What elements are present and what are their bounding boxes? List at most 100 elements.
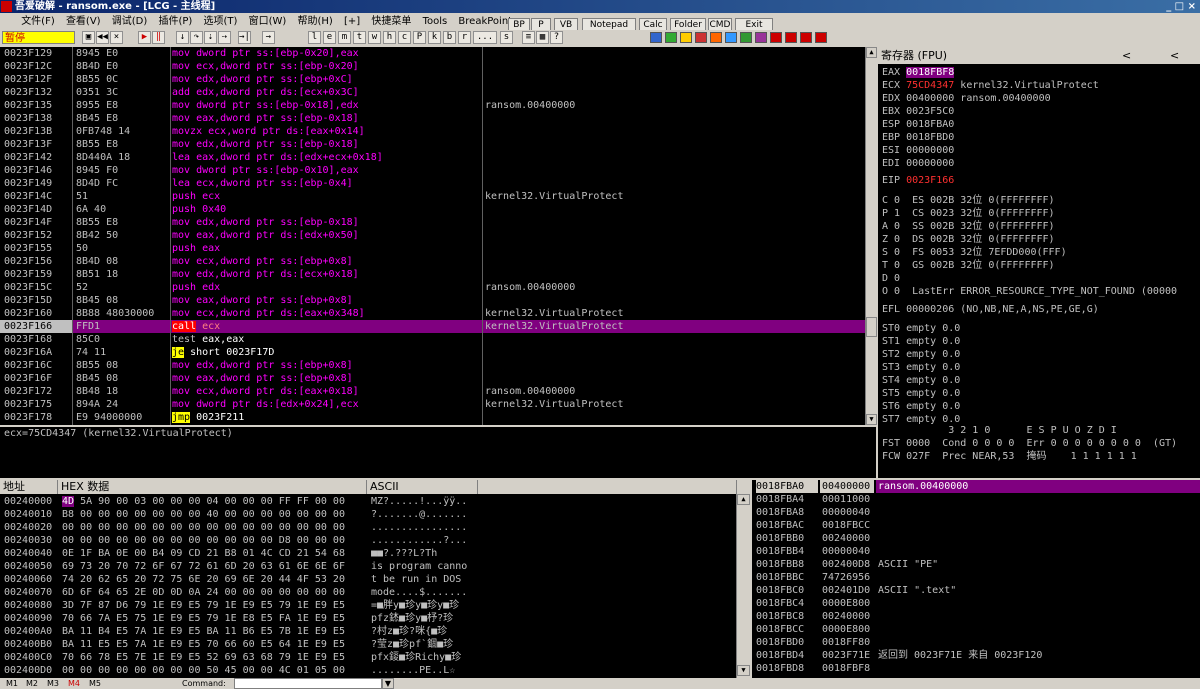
letter-c-button[interactable]: c	[398, 31, 411, 44]
plugin-icon-10[interactable]	[785, 32, 797, 43]
register-ebx[interactable]: EBX 0023F5C0	[882, 105, 960, 118]
stack-row[interactable]: 0018FBC8 00240000	[752, 610, 1200, 623]
mark-m4[interactable]: M4	[68, 678, 80, 689]
disasm-row[interactable]: 0023F16C 8B55 08 mov edx,dword ptr ss:[ebp…	[0, 359, 865, 372]
register-ecx[interactable]: ECX 75CD4347 kernel32.VirtualProtect	[882, 79, 1099, 92]
menu-view[interactable]: 查看(V)	[62, 13, 105, 30]
disasm-row[interactable]: 0023F16A 74 11 je short 0023F17D	[0, 346, 865, 359]
register-eip[interactable]: EIP 0023F166	[882, 174, 954, 187]
disasm-row[interactable]: 0023F149 8D4D FC lea ecx,dword ptr ss:[ebp…	[0, 177, 865, 190]
run-icon[interactable]: ▶	[138, 31, 151, 44]
grid-icon[interactable]: ▦	[536, 31, 549, 44]
efl-line[interactable]: EFL 00000206 (NO,NB,NE,A,NS,PE,GE,G)	[882, 303, 1099, 316]
dump-row[interactable]: 002400C0 70 66 78 E5 7E 1E E9 E5 52 69 63…	[0, 651, 736, 664]
dump-row[interactable]: 00240010 B8 00 00 00 00 00 00 00 40 00 00…	[0, 508, 736, 521]
disasm-row[interactable]: 0023F135 8955 E8 mov dword ptr ss:[ebp-0x1…	[0, 99, 865, 112]
disasm-row[interactable]: 0023F142 8D440A 18 lea eax,dword ptr ds:[e…	[0, 151, 865, 164]
plugin-icon-5[interactable]	[710, 32, 722, 43]
stack-row[interactable]: 0018FBC4 0000E800	[752, 597, 1200, 610]
disassembly-scrollbar[interactable]: ▲ ▼	[865, 47, 877, 425]
flag-line[interactable]: P 1 CS 0023 32位 0(FFFFFFFF)	[882, 207, 1055, 220]
stack-row[interactable]: 0018FBAC 0018FBCC	[752, 519, 1200, 532]
dump-header-ascii[interactable]: ASCII	[367, 480, 478, 494]
open-icon[interactable]: ▣	[82, 31, 95, 44]
dump-row[interactable]: 002400A0 BA 11 B4 E5 7A 1E E9 E5 BA 11 B6…	[0, 625, 736, 638]
maximize-icon[interactable]: □	[1175, 1, 1188, 12]
dump-scrollbar[interactable]: ▲ ▼	[736, 480, 750, 678]
flag-line[interactable]: S 0 FS 0053 32位 7EFDD000(FFF)	[882, 246, 1067, 259]
stack-row[interactable]: 0018FBA8 00000040	[752, 506, 1200, 519]
stack-row[interactable]: 0018FBA4 00011000	[752, 493, 1200, 506]
stack-row[interactable]: 0018FBB0 00240000	[752, 532, 1200, 545]
disasm-row[interactable]: 0023F172 8B48 18 mov ecx,dword ptr ds:[eax…	[0, 385, 865, 398]
dump-row[interactable]: 00240040 0E 1F BA 0E 00 B4 09 CD 21 B8 01…	[0, 547, 736, 560]
help-icon[interactable]: ?	[550, 31, 563, 44]
flag-line[interactable]: O 0 LastErr ERROR_RESOURCE_TYPE_NOT_FOUN…	[882, 285, 1177, 298]
stack-row[interactable]: 0018FBBC 74726956	[752, 571, 1200, 584]
stack-row[interactable]: 0018FBA0 00400000 ransom.00400000	[752, 480, 1200, 493]
plugin-icon-6[interactable]	[725, 32, 737, 43]
disasm-row[interactable]: 0023F155 50 push eax	[0, 242, 865, 255]
menu-help[interactable]: 帮助(H)	[294, 13, 337, 30]
dump-header-address[interactable]: 地址	[0, 480, 58, 494]
register-edx[interactable]: EDX 00400000 ransom.00400000	[882, 92, 1051, 105]
stack-row[interactable]: 0018FBB8 002400D8 ASCII "PE"	[752, 558, 1200, 571]
fpu-register[interactable]: ST0 empty 0.0	[882, 322, 960, 335]
plugin-icon-2[interactable]	[665, 32, 677, 43]
memory-dump-pane[interactable]: 地址 HEX 数据 ASCII 00240000 4D 5A 90 00 03 0…	[0, 480, 750, 678]
disasm-row[interactable]: 0023F12F 8B55 0C mov edx,dword ptr ss:[ebp…	[0, 73, 865, 86]
plugin-icon-9[interactable]	[770, 32, 782, 43]
dump-row[interactable]: 00240070 6D 6F 64 65 2E 0D 0D 0A 24 00 00…	[0, 586, 736, 599]
mark-m1[interactable]: M1	[6, 678, 18, 689]
menu-tools[interactable]: Tools	[419, 13, 452, 30]
menu-shortcut[interactable]: 快捷菜单	[367, 13, 415, 30]
list-icon[interactable]: ≡	[522, 31, 535, 44]
disasm-row[interactable]: 0023F13B 0FB748 14 movzx ecx,word ptr ds:[…	[0, 125, 865, 138]
plugin-icon-1[interactable]	[650, 32, 662, 43]
stack-row[interactable]: 0018FBD0 0018FF80	[752, 636, 1200, 649]
fpu-register[interactable]: ST1 empty 0.0	[882, 335, 960, 348]
execute-till-return-icon[interactable]: →|	[238, 31, 251, 44]
disasm-row[interactable]: 0023F156 8B4D 08 mov ecx,dword ptr ss:[ebp…	[0, 255, 865, 268]
plugin-icon-4[interactable]	[695, 32, 707, 43]
disasm-row[interactable]: 0023F132 0351 3C add edx,dword ptr ds:[ecx…	[0, 86, 865, 99]
scroll-up-icon[interactable]: ▲	[866, 47, 877, 58]
flag-line[interactable]: A 0 SS 002B 32位 0(FFFFFFFF)	[882, 220, 1055, 233]
registers-pane[interactable]: 寄存器 (FPU) < < EAX 0018FBF8 ECX 75CD4347 …	[878, 47, 1200, 478]
trace-over-icon[interactable]: ⇢	[218, 31, 231, 44]
menu-plus[interactable]: [+]	[340, 13, 364, 30]
menu-options[interactable]: 选项(T)	[200, 13, 242, 30]
disasm-row[interactable]: 0023F159 8B51 18 mov edx,dword ptr ds:[ecx…	[0, 268, 865, 281]
letter-h-button[interactable]: h	[383, 31, 396, 44]
step-into-icon[interactable]: ↓	[176, 31, 189, 44]
dump-row[interactable]: 002400D0 00 00 00 00 00 00 00 00 50 45 00…	[0, 664, 736, 677]
menu-plugins[interactable]: 插件(P)	[154, 13, 196, 30]
letter-s-button[interactable]: s	[500, 31, 513, 44]
disasm-row[interactable]: 0023F175 894A 24 mov dword ptr ds:[edx+0x2…	[0, 398, 865, 411]
flag-line[interactable]: D 0	[882, 272, 900, 285]
goto-icon[interactable]: →	[262, 31, 275, 44]
disasm-row[interactable]: 0023F14C 51 push ecx kernel32.VirtualProtec…	[0, 190, 865, 203]
scroll-down-icon[interactable]: ▼	[866, 414, 877, 425]
fpu-register[interactable]: ST4 empty 0.0	[882, 374, 960, 387]
fpu-register[interactable]: ST5 empty 0.0	[882, 387, 960, 400]
close-icon[interactable]: ×	[1188, 1, 1196, 12]
dump-row[interactable]: 00240020 00 00 00 00 00 00 00 00 00 00 00…	[0, 521, 736, 534]
flag-line[interactable]: Z 0 DS 002B 32位 0(FFFFFFFF)	[882, 233, 1055, 246]
rewind-icon[interactable]: ◀◀	[96, 31, 109, 44]
register-esp[interactable]: ESP 0018FBA0	[882, 118, 960, 131]
disasm-row[interactable]: 0023F146 8945 F0 mov dword ptr ss:[ebp-0x1…	[0, 164, 865, 177]
letter-p-button[interactable]: P	[413, 31, 426, 44]
fpu-register[interactable]: ST3 empty 0.0	[882, 361, 960, 374]
disassembly-pane[interactable]: 0023F129 8945 E0 mov dword ptr ss:[ebp-0x2…	[0, 47, 876, 425]
letter-w-button[interactable]: w	[368, 31, 381, 44]
letter-m-button[interactable]: m	[338, 31, 351, 44]
mark-m5[interactable]: M5	[89, 678, 101, 689]
disasm-row[interactable]: 0023F12C 8B4D E0 mov ecx,dword ptr ss:[ebp…	[0, 60, 865, 73]
letter-t-button[interactable]: t	[353, 31, 366, 44]
fpu-register[interactable]: ST2 empty 0.0	[882, 348, 960, 361]
disasm-row[interactable]: 0023F166 FFD1 call ecx kernel32.VirtualProt…	[0, 320, 865, 333]
close-process-icon[interactable]: ×	[110, 31, 123, 44]
scroll-up-icon[interactable]: ▲	[737, 494, 750, 505]
dump-row[interactable]: 00240050 69 73 20 70 72 6F 67 72 61 6D 20…	[0, 560, 736, 573]
